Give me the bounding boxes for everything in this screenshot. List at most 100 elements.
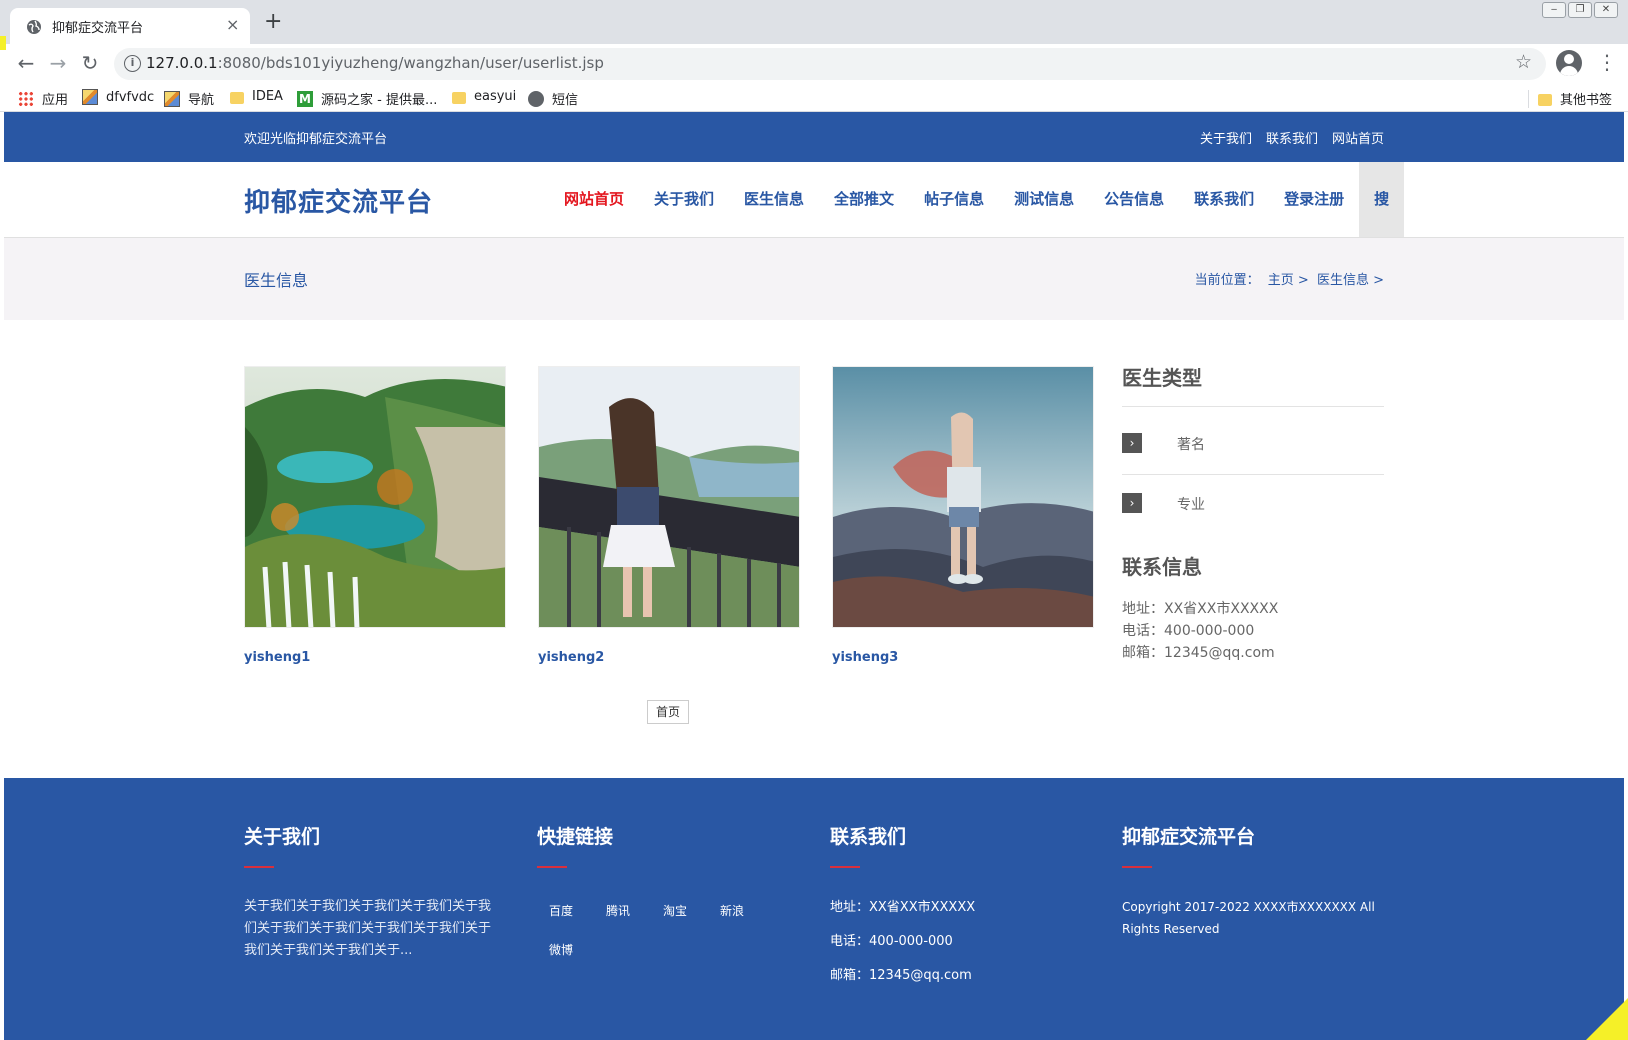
web-page: 欢迎光临抑郁症交流平台 关于我们 联系我们 网站首页 抑郁症交流平台 网站首页 … — [4, 112, 1624, 1040]
top-link-contact[interactable]: 联系我们 — [1266, 128, 1318, 147]
bookmark-easyui[interactable]: easyui — [452, 89, 516, 104]
doctor-card[interactable]: yisheng2 — [538, 366, 800, 665]
bookmark-apps[interactable]: 应用 — [18, 89, 68, 108]
doctor-type-item[interactable]: › 著名 — [1122, 428, 1384, 458]
close-window-button[interactable]: ✕ — [1594, 2, 1618, 18]
doctor-type-label: 著名 — [1177, 437, 1205, 453]
minimize-button[interactable]: ‒ — [1542, 2, 1566, 18]
doctor-name[interactable]: yisheng3 — [832, 650, 898, 665]
chevron-right-icon: › — [1122, 433, 1142, 453]
girl-balcony-photo — [539, 367, 799, 627]
waterfall-lake-photo — [245, 367, 505, 627]
address-url[interactable]: 127.0.0.1:8080/bds101yiyuzheng/wangzhan/… — [146, 54, 604, 72]
doctor-type-heading: 医生类型 — [1122, 366, 1202, 390]
bookmark-label: IDEA — [252, 89, 283, 104]
forward-arrow-icon[interactable]: → — [44, 50, 72, 78]
nav-home[interactable]: 网站首页 — [549, 162, 639, 237]
quick-link-weibo[interactable]: 微博 — [537, 941, 594, 980]
bookmark-label: 其他书签 — [1560, 93, 1613, 108]
nav-threads[interactable]: 帖子信息 — [909, 162, 999, 237]
bookmark-sms[interactable]: 短信 — [528, 89, 578, 108]
top-link-about[interactable]: 关于我们 — [1200, 128, 1252, 147]
bookmark-label: 应用 — [42, 93, 69, 108]
top-bar: 欢迎光临抑郁症交流平台 关于我们 联系我们 网站首页 — [4, 112, 1624, 162]
quick-link-sina[interactable]: 新浪 — [708, 902, 765, 941]
folder-icon — [1538, 93, 1552, 106]
nav-about[interactable]: 关于我们 — [639, 162, 729, 237]
doctor-type-item[interactable]: › 专业 — [1122, 488, 1384, 518]
image-icon — [82, 89, 98, 105]
new-tab-button[interactable]: + — [264, 11, 282, 33]
breadcrumb-prefix: 当前位置： — [1194, 273, 1260, 288]
nav-notices[interactable]: 公告信息 — [1089, 162, 1179, 237]
image-icon — [164, 90, 180, 107]
quick-links: 百度 腾讯 淘宝 新浪 微博 — [537, 902, 799, 980]
welcome-text: 欢迎光临抑郁症交流平台 — [244, 132, 388, 147]
copyright-text: Copyright 2017-2022 XXXX市XXXXXXX All Rig… — [1122, 900, 1375, 936]
corner-mark — [0, 36, 6, 50]
nav-login[interactable]: 登录注册 — [1269, 162, 1359, 237]
nav-tests[interactable]: 测试信息 — [999, 162, 1089, 237]
browser-tab[interactable]: 抑郁症交流平台 × — [10, 8, 250, 44]
bookmark-other[interactable]: 其他书签 — [1538, 89, 1612, 108]
maximize-button[interactable]: ❐ — [1568, 2, 1592, 18]
doctor-card[interactable]: yisheng1 — [244, 366, 506, 665]
footer-email: 邮箱：12345@qq.com — [830, 968, 972, 983]
nav-posts-all[interactable]: 全部推文 — [819, 162, 909, 237]
page-title: 医生信息 — [244, 271, 309, 290]
address-bar[interactable]: i 127.0.0.1:8080/bds101yiyuzheng/wangzha… — [114, 48, 1546, 80]
nav-search-button[interactable]: 搜 — [1359, 162, 1405, 237]
footer-about-heading: 关于我们 — [244, 826, 321, 848]
divider — [1122, 406, 1384, 407]
top-link-home[interactable]: 网站首页 — [1332, 128, 1384, 147]
doctor-photo[interactable] — [832, 366, 1094, 628]
tab-close-icon[interactable]: × — [226, 16, 239, 34]
doctor-card[interactable]: yisheng3 — [832, 366, 1094, 665]
bookmark-label: dfvfvdc — [106, 89, 155, 105]
chevron-right-icon: › — [1122, 493, 1142, 513]
bookmark-nav[interactable]: 导航 — [164, 89, 214, 108]
site-info-icon[interactable]: i — [124, 55, 141, 72]
window-controls: ‒ ❐ ✕ — [1542, 2, 1618, 18]
quick-link-tencent[interactable]: 腾讯 — [594, 902, 651, 941]
globe-icon — [27, 20, 41, 34]
footer-address: 地址：XX省XX市XXXXX — [830, 900, 976, 915]
footer-phone: 电话：400-000-000 — [830, 934, 953, 949]
doctor-name[interactable]: yisheng2 — [538, 650, 604, 665]
m-logo-icon: M — [297, 90, 313, 107]
bookmark-idea[interactable]: IDEA — [230, 89, 283, 104]
bookmarks-bar: 应用 dfvfvdc 导航 IDEA M 源码之家 - 提供最... easyu… — [0, 84, 1628, 112]
folder-icon — [230, 91, 244, 104]
folder-icon — [452, 91, 466, 104]
browser-toolbar: ← → ↻ i 127.0.0.1:8080/bds101yiyuzheng/w… — [0, 44, 1628, 84]
breadcrumb-home[interactable]: 主页 > — [1268, 273, 1309, 288]
quick-link-taobao[interactable]: 淘宝 — [651, 902, 708, 941]
bookmark-star-icon[interactable]: ☆ — [1515, 51, 1532, 73]
pager-first-button[interactable]: 首页 — [647, 700, 689, 724]
heading-underline — [830, 866, 860, 868]
back-arrow-icon[interactable]: ← — [12, 50, 40, 78]
footer-brand-heading: 抑郁症交流平台 — [1122, 826, 1256, 848]
nav-contact[interactable]: 联系我们 — [1179, 162, 1269, 237]
footer-links-heading: 快捷链接 — [537, 826, 614, 848]
apps-grid-icon — [18, 90, 34, 107]
bookmark-yuanma[interactable]: M 源码之家 - 提供最... — [297, 89, 437, 108]
breadcrumb-doctors[interactable]: 医生信息 > — [1317, 273, 1384, 288]
bookmark-label: easyui — [474, 89, 517, 104]
quick-link-baidu[interactable]: 百度 — [537, 902, 594, 941]
page-banner: 医生信息 当前位置： 主页 > 医生信息 > — [4, 238, 1624, 320]
tab-title: 抑郁症交流平台 — [52, 21, 144, 36]
browser-menu-icon[interactable]: ⋮ — [1597, 52, 1617, 72]
nav-doctors[interactable]: 医生信息 — [729, 162, 819, 237]
contact-phone: 电话：400-000-000 — [1122, 623, 1255, 639]
breadcrumb: 当前位置： 主页 > 医生信息 > — [1191, 269, 1384, 288]
reload-icon[interactable]: ↻ — [76, 50, 104, 78]
heading-underline — [1122, 866, 1152, 868]
doctor-photo[interactable] — [538, 366, 800, 628]
doctor-photo[interactable] — [244, 366, 506, 628]
site-header: 抑郁症交流平台 网站首页 关于我们 医生信息 全部推文 帖子信息 测试信息 公告… — [4, 162, 1624, 238]
site-logo[interactable]: 抑郁症交流平台 — [244, 182, 433, 219]
bookmark-dfvfvdc[interactable]: dfvfvdc — [82, 89, 154, 105]
doctor-name[interactable]: yisheng1 — [244, 650, 310, 665]
profile-avatar-icon[interactable] — [1556, 50, 1582, 76]
